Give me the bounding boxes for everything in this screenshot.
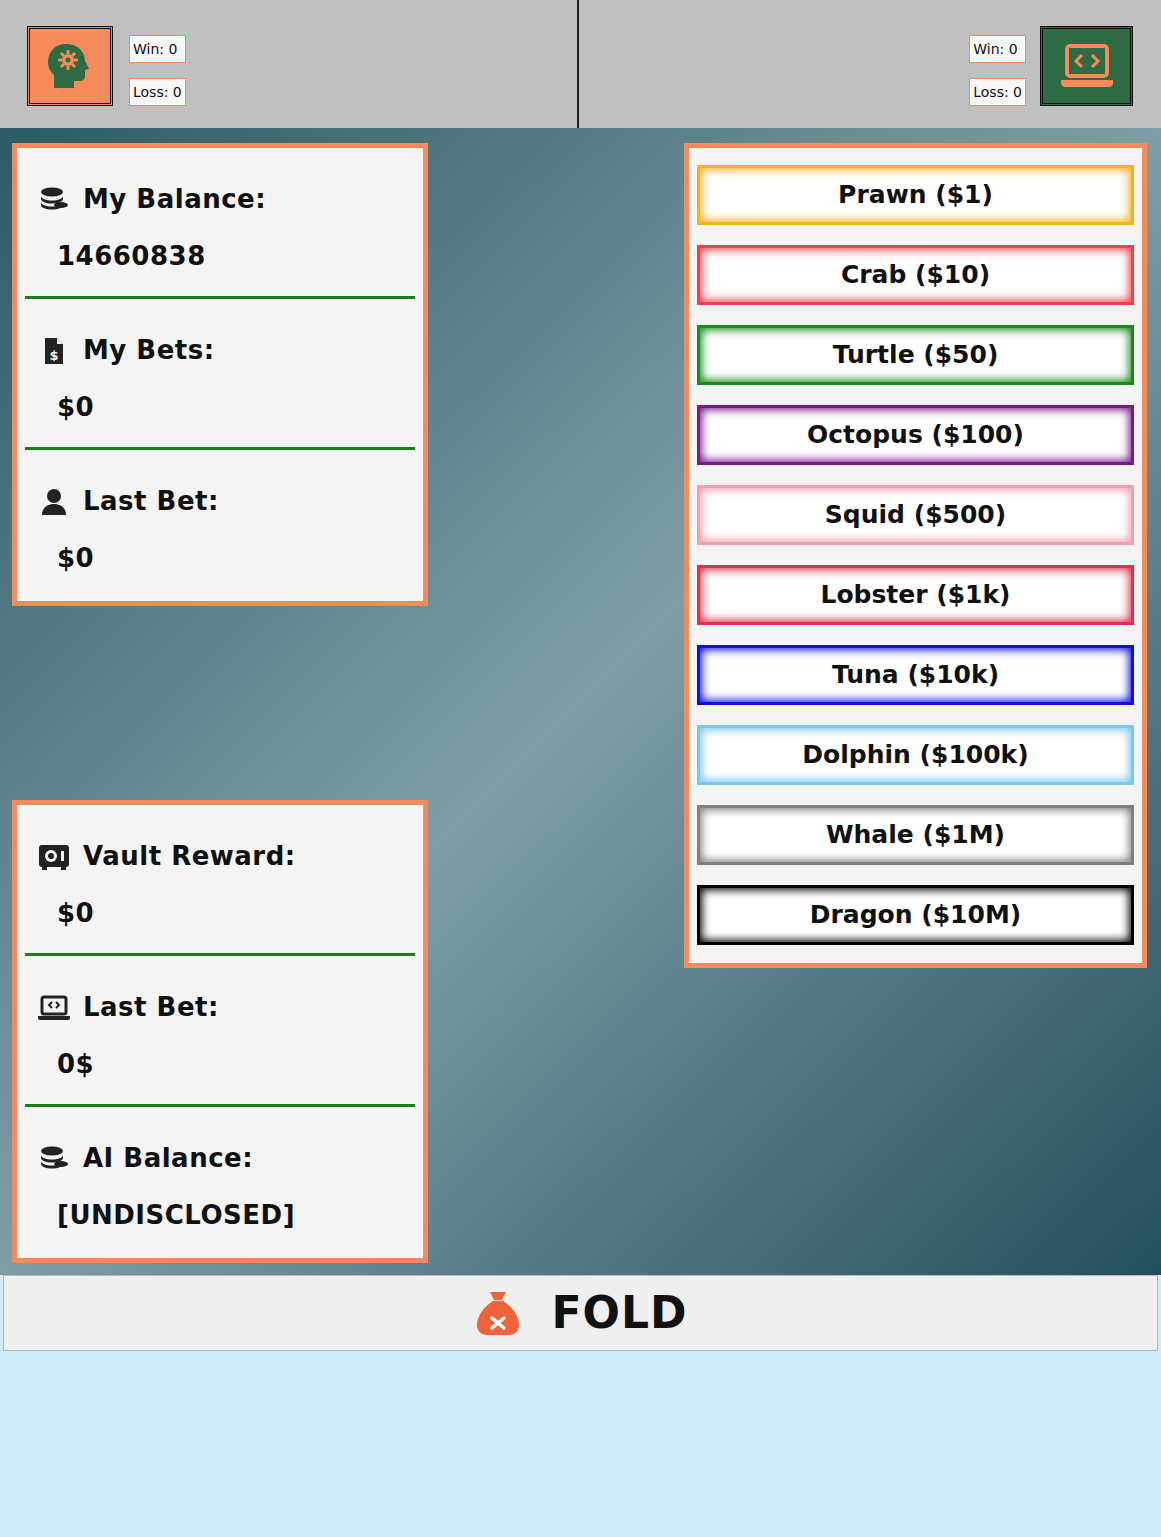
bet-button[interactable]: Crab ($10): [697, 245, 1134, 305]
coins-icon: [37, 186, 71, 214]
laptop-code-icon: [1057, 42, 1117, 90]
info-label-row: Vault Reward:: [37, 837, 415, 876]
info-column: My Balance: 14660838 $ My Bets: $0 Last Bet: $…: [12, 128, 428, 1275]
info-label: My Balance:: [83, 180, 266, 219]
player-win: Win: 0: [129, 35, 186, 63]
fold-label: FOLD: [551, 1280, 687, 1346]
player-record: Win: 0 Loss: 0: [129, 26, 186, 106]
receipt-icon: $: [37, 336, 71, 366]
bet-button[interactable]: Squid ($500): [697, 485, 1134, 545]
bet-button[interactable]: Octopus ($100): [697, 405, 1134, 465]
info-label: Vault Reward:: [83, 837, 296, 876]
info-row: AI Balance: [UNDISCLOSED]: [25, 1107, 415, 1258]
player-loss: Loss: 0: [129, 78, 186, 106]
bet-label: Octopus ($100): [807, 416, 1024, 454]
money-bag-icon: [473, 1288, 523, 1338]
bet-label: Squid ($500): [825, 496, 1006, 534]
scoreboard: Win: 0 Loss: 0 Win: 0 Loss: 0: [0, 0, 1161, 128]
head-gear-icon: [42, 38, 98, 94]
bet-label: Lobster ($1k): [820, 576, 1010, 614]
bet-label: Turtle ($50): [833, 336, 999, 374]
bet-label: Crab ($10): [841, 256, 990, 294]
bet-button[interactable]: Whale ($1M): [697, 805, 1134, 865]
info-value: 14660838: [37, 237, 415, 276]
info-label-row: AI Balance:: [37, 1139, 415, 1178]
svg-text:$: $: [49, 348, 58, 363]
info-row: My Balance: 14660838: [25, 148, 415, 299]
info-row: Last Bet: 0$: [25, 956, 415, 1107]
bet-label: Dragon ($10M): [810, 896, 1021, 934]
info-label-row: My Balance:: [37, 180, 415, 219]
player-score: Win: 0 Loss: 0: [0, 0, 579, 128]
info-value: $0: [37, 894, 415, 933]
vault-icon: [37, 843, 71, 871]
person-icon: [37, 488, 71, 516]
bet-button[interactable]: Dolphin ($100k): [697, 725, 1134, 785]
bet-panel: Prawn ($1) Crab ($10) Turtle ($50) Octopus …: [684, 143, 1147, 968]
info-label: Last Bet:: [83, 988, 219, 1027]
ai-score: Win: 0 Loss: 0: [579, 0, 1161, 128]
info-label: Last Bet:: [83, 482, 219, 521]
ocean-area: My Balance: 14660838 $ My Bets: $0 Last Bet: $…: [0, 128, 1161, 1275]
coins-icon: [37, 1145, 71, 1173]
bet-button[interactable]: Dragon ($10M): [697, 885, 1134, 945]
info-value: 0$: [37, 1045, 415, 1084]
fold-button[interactable]: FOLD: [3, 1275, 1158, 1351]
info-label-row: Last Bet:: [37, 988, 415, 1027]
ai-win: Win: 0: [969, 35, 1026, 63]
info-label-row: Last Bet:: [37, 482, 415, 521]
info-value: $0: [37, 539, 415, 578]
ai-record: Win: 0 Loss: 0: [969, 26, 1026, 106]
info-label-row: $ My Bets:: [37, 331, 415, 370]
info-value: $0: [37, 388, 415, 427]
bet-button[interactable]: Tuna ($10k): [697, 645, 1134, 705]
bet-label: Tuna ($10k): [832, 656, 999, 694]
info-row: $ My Bets: $0: [25, 299, 415, 450]
info-row: Vault Reward: $0: [25, 805, 415, 956]
bet-label: Whale ($1M): [826, 816, 1005, 854]
bet-button[interactable]: Turtle ($50): [697, 325, 1134, 385]
bet-button[interactable]: Prawn ($1): [697, 165, 1134, 225]
info-label: My Bets:: [83, 331, 215, 370]
footer-area: [0, 1351, 1161, 1537]
info-row: Last Bet: $0: [25, 450, 415, 601]
info-value: [UNDISCLOSED]: [37, 1196, 415, 1235]
game-screen: Win: 0 Loss: 0 Win: 0 Loss: 0 My Balance…: [0, 0, 1161, 1537]
ai-loss: Loss: 0: [969, 78, 1026, 106]
bet-label: Dolphin ($100k): [802, 736, 1028, 774]
ai-avatar: [1040, 26, 1133, 106]
ai-panel: Vault Reward: $0 Last Bet: 0$ AI Balance: [UN…: [12, 800, 428, 1263]
laptop-icon: [37, 995, 71, 1021]
player-panel: My Balance: 14660838 $ My Bets: $0 Last Bet: $…: [12, 143, 428, 606]
bet-label: Prawn ($1): [838, 176, 993, 214]
bet-button[interactable]: Lobster ($1k): [697, 565, 1134, 625]
player-avatar: [27, 26, 113, 106]
info-label: AI Balance:: [83, 1139, 253, 1178]
